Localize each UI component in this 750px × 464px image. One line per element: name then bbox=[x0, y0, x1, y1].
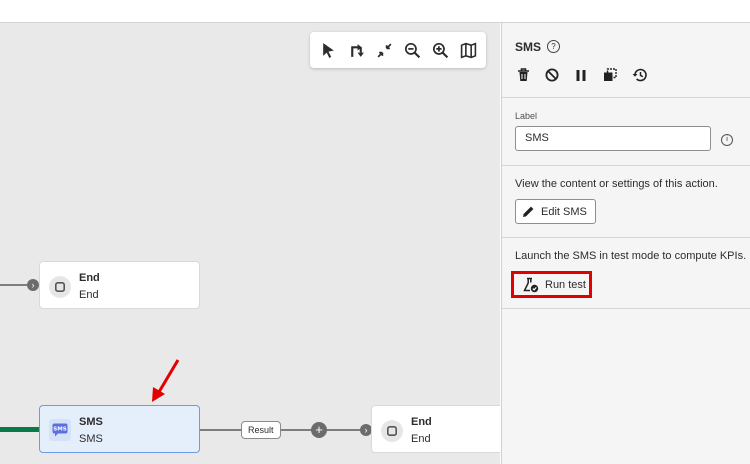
stop-icon bbox=[381, 420, 403, 442]
reroute-icon[interactable] bbox=[345, 39, 367, 61]
help-icon[interactable]: ? bbox=[547, 40, 560, 53]
divider bbox=[502, 97, 750, 98]
top-bar bbox=[0, 0, 750, 23]
node-subtitle: End bbox=[411, 433, 431, 445]
end-node-top[interactable]: End End bbox=[39, 261, 200, 309]
label-input[interactable]: SMS bbox=[515, 126, 711, 151]
node-title: End bbox=[411, 416, 432, 428]
pencil-icon bbox=[523, 206, 534, 217]
zoom-in-icon[interactable] bbox=[429, 39, 451, 61]
divider bbox=[502, 165, 750, 166]
divider bbox=[502, 308, 750, 309]
stop-icon bbox=[49, 276, 71, 298]
end-node-bottom[interactable]: End End bbox=[371, 405, 500, 453]
info-icon[interactable]: i bbox=[721, 134, 733, 146]
pause-icon[interactable] bbox=[573, 67, 589, 83]
pointer-arrow-icon bbox=[152, 359, 180, 402]
connector-arrow-icon: › bbox=[27, 279, 39, 291]
node-subtitle: SMS bbox=[79, 433, 103, 445]
add-step-button[interactable]: + bbox=[311, 422, 327, 438]
node-subtitle: End bbox=[79, 289, 99, 301]
test-description: Launch the SMS in test mode to compute K… bbox=[515, 250, 747, 262]
entry-line bbox=[0, 427, 39, 432]
node-title: SMS bbox=[79, 416, 103, 428]
history-icon[interactable] bbox=[631, 67, 647, 83]
node-title: End bbox=[79, 272, 100, 284]
sms-node[interactable]: SMS SMS SMS bbox=[39, 405, 200, 453]
collapse-icon[interactable] bbox=[373, 39, 395, 61]
label-caption: Label bbox=[515, 111, 538, 121]
disable-icon[interactable] bbox=[544, 67, 560, 83]
zoom-out-icon[interactable] bbox=[401, 39, 423, 61]
edit-sms-label: Edit SMS bbox=[541, 205, 587, 218]
sms-icon-text: SMS bbox=[53, 427, 66, 433]
connector-line bbox=[200, 429, 367, 431]
journey-canvas[interactable]: › End End SMS SMS SMS Result + › End End bbox=[0, 23, 500, 464]
panel-title: SMS bbox=[515, 40, 542, 54]
divider bbox=[502, 237, 750, 238]
annotation-highlight-box bbox=[511, 271, 592, 298]
connector-line bbox=[0, 284, 30, 286]
map-icon[interactable] bbox=[457, 39, 479, 61]
activity-properties-panel: SMS ? Label SMS i View the content or se… bbox=[501, 23, 750, 464]
content-description: View the content or settings of this act… bbox=[515, 178, 718, 190]
panel-actions bbox=[515, 67, 647, 83]
result-tag[interactable]: Result bbox=[241, 421, 281, 439]
delete-icon[interactable] bbox=[515, 67, 531, 83]
copy-icon[interactable] bbox=[602, 67, 618, 83]
cursor-icon[interactable] bbox=[317, 39, 339, 61]
edit-sms-button[interactable]: Edit SMS bbox=[515, 199, 596, 224]
canvas-toolbar bbox=[310, 32, 486, 68]
sms-node-icon: SMS bbox=[49, 419, 71, 441]
